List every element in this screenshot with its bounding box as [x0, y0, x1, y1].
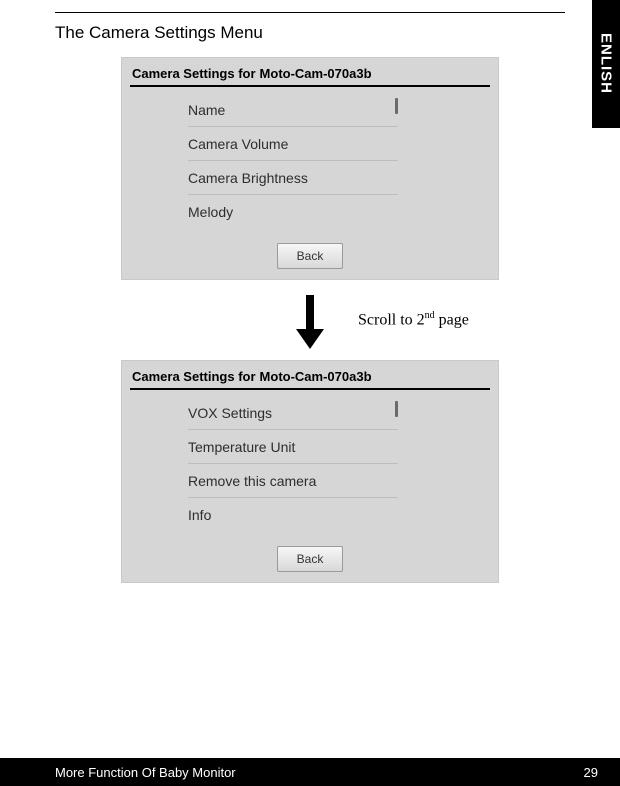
down-arrow-icon: [296, 295, 324, 349]
camera-name: Moto-Cam-070a3b: [260, 369, 372, 384]
menu-item-info[interactable]: Info: [188, 498, 398, 532]
menu-item-label: Name: [188, 102, 225, 118]
section-title: The Camera Settings Menu: [55, 23, 565, 43]
scroll-thumb[interactable]: [395, 401, 398, 417]
top-rule: [55, 12, 565, 13]
scroll-caption: Scroll to 2nd page: [358, 310, 469, 329]
title-caption: Camera Settings for: [132, 369, 256, 384]
footer-text: More Function Of Baby Monitor: [55, 765, 236, 780]
menu-item-label: Temperature Unit: [188, 439, 295, 455]
page-footer: More Function Of Baby Monitor 29: [0, 758, 620, 786]
screenshot-title: Camera Settings for Moto-Cam-070a3b: [130, 367, 490, 390]
screenshot-title: Camera Settings for Moto-Cam-070a3b: [130, 64, 490, 87]
menu-item-temperature-unit[interactable]: Temperature Unit: [188, 430, 398, 464]
menu-item-melody[interactable]: Melody: [188, 195, 398, 229]
menu-item-label: Melody: [188, 204, 233, 220]
camera-settings-screenshot-1: Camera Settings for Moto-Cam-070a3b Name…: [121, 57, 499, 280]
menu-item-camera-volume[interactable]: Camera Volume: [188, 127, 398, 161]
menu-list[interactable]: VOX Settings Temperature Unit Remove thi…: [188, 396, 398, 532]
back-button[interactable]: Back: [277, 546, 343, 572]
menu-item-vox-settings[interactable]: VOX Settings: [188, 396, 398, 430]
menu-item-label: VOX Settings: [188, 405, 272, 421]
scroll-indicator: Scroll to 2nd page: [55, 294, 565, 350]
menu-item-label: Camera Brightness: [188, 170, 308, 186]
menu-item-label: Info: [188, 507, 211, 523]
back-button[interactable]: Back: [277, 243, 343, 269]
page-number: 29: [584, 765, 598, 780]
menu-item-label: Remove this camera: [188, 473, 316, 489]
camera-settings-screenshot-2: Camera Settings for Moto-Cam-070a3b VOX …: [121, 360, 499, 583]
menu-item-name[interactable]: Name: [188, 93, 398, 127]
menu-list[interactable]: Name Camera Volume Camera Brightness Mel…: [188, 93, 398, 229]
camera-name: Moto-Cam-070a3b: [260, 66, 372, 81]
menu-item-label: Camera Volume: [188, 136, 288, 152]
menu-item-camera-brightness[interactable]: Camera Brightness: [188, 161, 398, 195]
menu-item-remove-camera[interactable]: Remove this camera: [188, 464, 398, 498]
scroll-thumb[interactable]: [395, 98, 398, 114]
title-caption: Camera Settings for: [132, 66, 256, 81]
